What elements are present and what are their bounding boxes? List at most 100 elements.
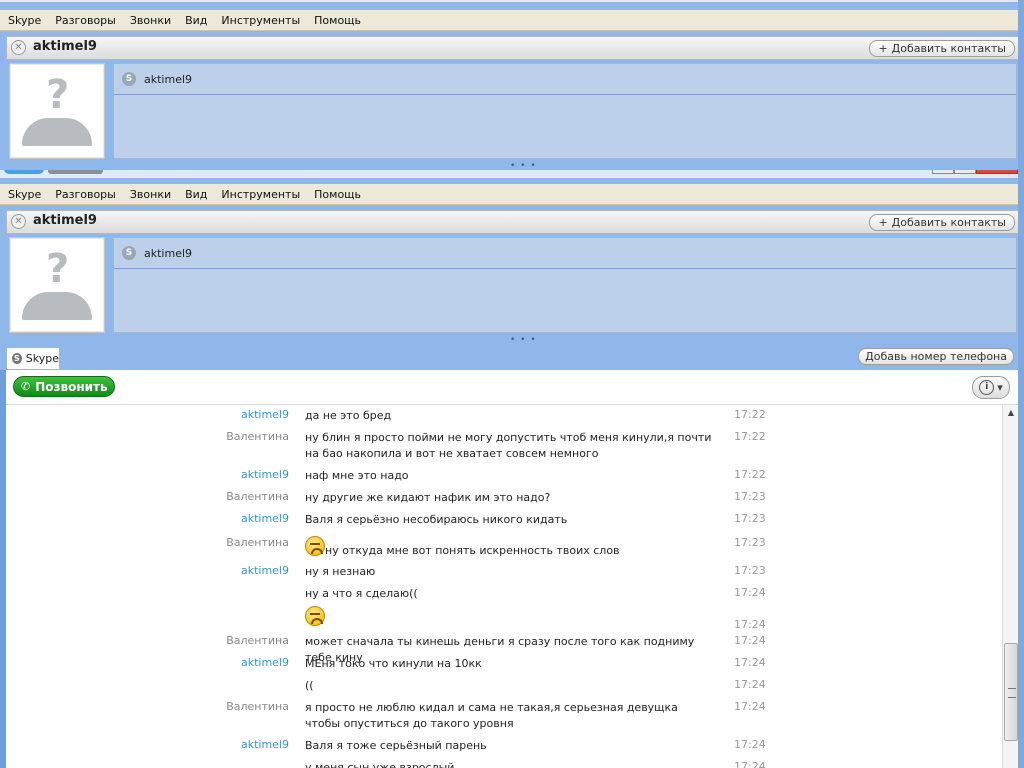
message-sender[interactable]: aktimel9 <box>241 656 289 669</box>
message-text-wrap <box>305 606 715 629</box>
message-text: ну другие же кидают нафик им это надо? <box>305 491 551 504</box>
close-button[interactable] <box>976 170 1018 174</box>
menu-skype[interactable]: Skype <box>0 14 47 27</box>
message-text: Валя я серьёзно несобираюсь никого кидат… <box>305 513 568 526</box>
menu-skype[interactable]: Skype <box>0 188 47 201</box>
chat-scrollbar[interactable]: ▲ <box>1002 405 1019 768</box>
sad-emoticon-icon <box>305 606 325 626</box>
avatar: ? <box>9 63 105 159</box>
message-time: 17:24 <box>734 700 766 713</box>
contact-info-panel: S aktimel9 <box>113 63 1017 159</box>
message-sender[interactable]: Валентина <box>226 634 289 647</box>
avatar-silhouette <box>22 118 92 146</box>
message-text: ну а что я сделаю(( <box>305 587 418 600</box>
add-phone-button[interactable]: Добавь номер телефона <box>858 348 1014 365</box>
add-contacts-label: Добавить контакты <box>891 216 1006 229</box>
title-bar-2 <box>0 170 1024 178</box>
message-time: 17:24 <box>734 738 766 751</box>
message-text: ну я незнаю <box>305 565 376 578</box>
plus-icon: + <box>878 42 888 55</box>
message-time: 17:24 <box>734 760 766 768</box>
skype-name: aktimel9 <box>144 246 193 260</box>
unknown-user-icon: ? <box>46 246 70 292</box>
message-time: 17:23 <box>734 536 766 549</box>
message-sender[interactable]: Валентина <box>226 536 289 549</box>
unknown-user-icon: ? <box>46 72 70 118</box>
skype-window-top: Skype Разговоры Звонки Вид Инструменты П… <box>0 0 1024 171</box>
contact-header: ✕ aktimel9 + Добавить контакты <box>6 36 1020 60</box>
menu-help[interactable]: Помощь <box>306 188 367 201</box>
message-time: 17:23 <box>734 490 766 503</box>
message-time: 17:22 <box>734 408 766 421</box>
menu-conversations[interactable]: Разговоры <box>47 188 122 201</box>
message-sender[interactable]: aktimel9 <box>241 408 289 421</box>
message-text: я просто не люблю кидал и сама не такая,… <box>305 701 678 730</box>
message-text-wrap: Валя я серьёзно несобираюсь никого кидат… <box>305 512 715 528</box>
add-contacts-button[interactable]: + Добавить контакты <box>869 214 1015 231</box>
resize-handle[interactable]: • • • <box>510 335 537 345</box>
message-sender[interactable]: aktimel9 <box>241 738 289 751</box>
contact-header: ✕ aktimel9 + Добавить контакты <box>6 210 1020 234</box>
message-text-wrap: ну откуда мне вот понять искренность тво… <box>305 536 715 559</box>
menu-view[interactable]: Вид <box>177 188 213 201</box>
skype-logo-icon: S <box>122 72 136 86</box>
contact-name: aktimel9 <box>33 39 97 54</box>
message-text-wrap: ну а что я сделаю(( <box>305 586 715 602</box>
chevron-down-icon: ▾ <box>997 381 1003 394</box>
close-conversation-icon[interactable]: ✕ <box>11 214 26 229</box>
message-time: 17:24 <box>734 678 766 691</box>
grip-icon <box>1008 688 1016 698</box>
message-sender[interactable]: aktimel9 <box>241 564 289 577</box>
scroll-thumb[interactable] <box>1004 643 1018 741</box>
message-text-wrap: у меня сын уже взрослый <box>305 760 715 768</box>
skype-logo-icon: S <box>12 353 22 364</box>
message-sender[interactable]: aktimel9 <box>241 512 289 525</box>
sad-emoticon-icon <box>305 536 325 556</box>
message-sender[interactable]: Валентина <box>226 700 289 713</box>
message-time: 17:22 <box>734 430 766 443</box>
tab-skype[interactable]: S Skype <box>6 347 60 369</box>
message-text: ну блин я просто пойми не могу допустить… <box>305 431 712 460</box>
avatar-silhouette <box>22 292 92 320</box>
menu-help[interactable]: Помощь <box>306 14 367 27</box>
message-time: 17:24 <box>734 586 766 599</box>
menu-conversations[interactable]: Разговоры <box>47 14 122 27</box>
add-contacts-label: Добавить контакты <box>891 42 1006 55</box>
info-menu-button[interactable]: i ▾ <box>972 376 1010 399</box>
menu-tools[interactable]: Инструменты <box>213 188 306 201</box>
menu-view[interactable]: Вид <box>177 14 213 27</box>
phone-icon: ✆ <box>21 380 31 393</box>
message-sender[interactable]: aktimel9 <box>241 468 289 481</box>
avatar: ? <box>9 237 105 333</box>
message-text-wrap: наф мне это надо <box>305 468 715 484</box>
maximize-button[interactable] <box>954 170 976 174</box>
message-text: да не это бред <box>305 409 392 422</box>
minimize-button[interactable] <box>932 170 954 174</box>
message-sender[interactable]: Валентина <box>226 430 289 443</box>
skype-name-row: S aktimel9 <box>114 238 1016 269</box>
add-contacts-button[interactable]: + Добавить контакты <box>869 40 1015 57</box>
message-text-wrap: МЕня токо что кинули на 10кк <box>305 656 715 672</box>
plus-icon: + <box>878 216 888 229</box>
chat-history[interactable]: aktimel9 да не это бред 17:22 Валентина ну б… <box>6 405 1002 768</box>
message-text-wrap: ну я незнаю <box>305 564 715 580</box>
message-time: 17:24 <box>734 656 766 669</box>
message-text: МЕня токо что кинули на 10кк <box>305 657 482 670</box>
message-time: 17:24 <box>734 618 766 631</box>
menu-tools[interactable]: Инструменты <box>213 14 306 27</box>
message-text-wrap: ну блин я просто пойми не могу допустить… <box>305 430 715 462</box>
message-text-wrap: (( <box>305 678 715 694</box>
close-conversation-icon[interactable]: ✕ <box>11 40 26 55</box>
scroll-up-icon[interactable]: ▲ <box>1003 405 1019 421</box>
message-sender[interactable]: Валентина <box>226 490 289 503</box>
message-text-wrap: Валя я тоже серьёзный парень <box>305 738 715 754</box>
call-button[interactable]: ✆ Позвонить <box>13 376 115 397</box>
message-time: 17:24 <box>734 634 766 647</box>
menu-calls[interactable]: Звонки <box>122 188 177 201</box>
skype-window-main: Skype Разговоры Звонки Вид Инструменты П… <box>0 178 1024 345</box>
menu-calls[interactable]: Звонки <box>122 14 177 27</box>
message-time: 17:23 <box>734 564 766 577</box>
window-edge <box>1018 0 1024 768</box>
message-text: ну откуда мне вот понять искренность тво… <box>325 544 620 557</box>
window-title-fragment <box>48 170 103 174</box>
